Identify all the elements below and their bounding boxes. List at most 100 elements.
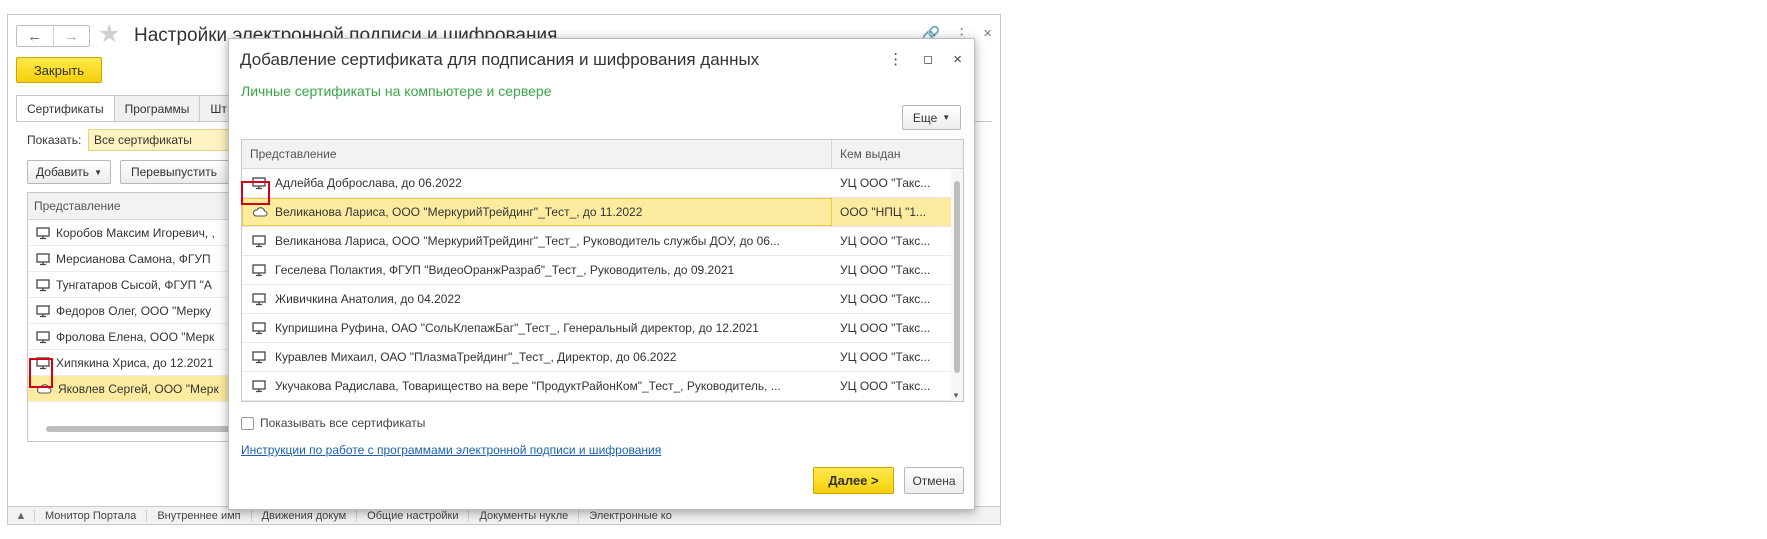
forward-arrow-icon[interactable]: →	[52, 26, 90, 46]
cloud-icon	[252, 207, 268, 217]
certificate-issuer: ООО "НПЦ "1...	[840, 205, 927, 219]
computer-icon	[252, 322, 266, 335]
vertical-scrollbar[interactable]: ▼	[951, 169, 963, 401]
row-text: Тунгатаров Сысой, ФГУП "А	[56, 277, 212, 292]
close-button[interactable]: Закрыть	[16, 57, 102, 83]
add-button[interactable]: Добавить ▼	[27, 160, 111, 184]
row-text: Федоров Олег, ООО "Мерку	[56, 303, 212, 318]
more-button[interactable]: Еще ▼	[902, 105, 961, 130]
close-icon[interactable]: ×	[953, 51, 962, 68]
table-row[interactable]: Геселева Полактия, ФГУП "ВидеоОранжРазра…	[242, 256, 963, 285]
computer-icon	[36, 330, 50, 343]
favorite-star-icon[interactable]: ★	[98, 22, 120, 47]
tab-programs[interactable]: Программы	[113, 95, 201, 121]
table-row[interactable]: Адлейба Доброслава, до 06.2022 УЦ ООО "Т…	[242, 169, 963, 198]
show-filter-label: Показать:	[27, 133, 82, 147]
certificate-issuer: УЦ ООО "Такс...	[840, 263, 931, 277]
show-all-checkbox[interactable]	[241, 416, 254, 430]
row-text: Фролова Елена, ООО "Мерк	[56, 329, 215, 344]
computer-icon	[36, 356, 50, 369]
certificate-issuer: УЦ ООО "Такс...	[840, 321, 931, 335]
scroll-down-icon[interactable]: ▼	[952, 391, 960, 400]
cloud-icon	[36, 383, 52, 394]
computer-icon	[252, 351, 266, 364]
certificate-table: Представление Кем выдан Адлейба Добросла…	[241, 139, 964, 402]
computer-icon	[252, 235, 266, 248]
taskbar-item[interactable]: Монитор Портала	[34, 509, 146, 522]
computer-icon	[36, 278, 50, 291]
dialog-title: Добавление сертификата для подписания и …	[240, 50, 760, 69]
row-text: Мерсианова Самона, ФГУП	[56, 251, 211, 266]
taskbar-item[interactable]: Внутреннее имп	[146, 509, 250, 522]
taskbar-item[interactable]: Общие настройки	[356, 509, 468, 522]
row-text: Хипякина Хриса, до 12.2021	[56, 355, 214, 370]
instructions-link[interactable]: Инструкции по работе с программами элект…	[241, 443, 661, 457]
cancel-button[interactable]: Отмена	[904, 467, 964, 494]
certificate-issuer: УЦ ООО "Такс...	[840, 379, 931, 393]
computer-icon	[252, 264, 266, 277]
maximize-icon[interactable]: ◻	[923, 52, 933, 66]
certificate-issuer: УЦ ООО "Такс...	[840, 292, 931, 306]
dialog-subtitle: Личные сертификаты на компьютере и серве…	[241, 83, 552, 99]
tab-bar: Сертификаты Программы Шт	[16, 95, 238, 122]
reissue-button[interactable]: Перевыпустить	[120, 160, 240, 184]
cell-name: Великанова Лариса, ООО "МеркурийТрейдинг…	[242, 198, 832, 226]
more-button-label: Еще	[912, 110, 938, 125]
computer-icon	[36, 226, 50, 239]
cell-name: Геселева Полактия, ФГУП "ВидеоОранжРазра…	[242, 256, 832, 284]
tab-certificates[interactable]: Сертификаты	[16, 95, 115, 122]
table-header: Представление Кем выдан	[242, 140, 963, 169]
taskbar-up-icon[interactable]: ▲	[8, 510, 34, 522]
row-text: Коробов Максим Игоревич, ,	[56, 225, 215, 240]
certificate-issuer: УЦ ООО "Такс...	[840, 176, 931, 190]
taskbar-item[interactable]: Электронные ко	[578, 509, 682, 522]
cell-name: Укучакова Радислава, Товарищество на вер…	[242, 372, 832, 400]
dropdown-arrow-icon: ▼	[942, 113, 951, 122]
scrollbar-thumb[interactable]	[954, 181, 960, 373]
certificate-name: Геселева Полактия, ФГУП "ВидеоОранжРазра…	[275, 263, 735, 277]
table-row[interactable]: Живичкина Анатолия, до 04.2022 УЦ ООО "Т…	[242, 285, 963, 314]
computer-icon	[252, 177, 266, 190]
computer-icon	[36, 252, 50, 265]
table-row[interactable]: Великанова Лариса, ООО "МеркурийТрейдинг…	[242, 227, 963, 256]
show-all-certificates-row[interactable]: Показывать все сертификаты	[241, 416, 425, 430]
cell-name: Адлейба Доброслава, до 06.2022	[242, 169, 832, 197]
cell-name: Живичкина Анатолия, до 04.2022	[242, 285, 832, 313]
certificate-name: Живичкина Анатолия, до 04.2022	[275, 292, 461, 306]
certificate-name: Куравлев Михаил, ОАО "ПлазмаТрейдинг"_Те…	[275, 350, 677, 364]
column-header-representation[interactable]: Представление	[242, 140, 832, 168]
certificate-name: Адлейба Доброслава, до 06.2022	[275, 176, 462, 190]
nav-buttons: ← →	[16, 25, 90, 47]
dropdown-arrow-icon: ▼	[94, 167, 102, 177]
horizontal-scrollbar[interactable]	[46, 426, 246, 432]
certificate-name: Купришина Руфина, ОАО "СольКлепажБаг"_Те…	[275, 321, 759, 335]
dialog-controls: ⋮ ◻ ×	[888, 50, 962, 69]
column-header-issuer[interactable]: Кем выдан	[832, 140, 963, 168]
show-filter-select[interactable]: Все сертификаты	[88, 129, 238, 151]
taskbar-item[interactable]: Движения докум	[250, 509, 357, 522]
cell-name: Купришина Руфина, ОАО "СольКлепажБаг"_Те…	[242, 314, 832, 342]
add-certificate-dialog: Добавление сертификата для подписания и …	[228, 38, 975, 510]
certificate-name: Великанова Лариса, ООО "МеркурийТрейдинг…	[275, 234, 780, 248]
close-icon[interactable]: ×	[983, 25, 992, 43]
table-row[interactable]: Укучакова Радислава, Товарищество на вер…	[242, 372, 963, 401]
certificate-issuer: УЦ ООО "Такс...	[840, 234, 931, 248]
cell-name: Куравлев Михаил, ОАО "ПлазмаТрейдинг"_Те…	[242, 343, 832, 371]
computer-icon	[36, 304, 50, 317]
more-vertical-icon[interactable]: ⋮	[888, 50, 903, 68]
computer-icon	[252, 380, 266, 393]
table-row[interactable]: Куравлев Михаил, ОАО "ПлазмаТрейдинг"_Те…	[242, 343, 963, 372]
table-row-selected[interactable]: Великанова Лариса, ООО "МеркурийТрейдинг…	[242, 198, 963, 227]
add-button-label: Добавить	[36, 165, 90, 179]
certificate-issuer: УЦ ООО "Такс...	[840, 350, 931, 364]
show-all-label: Показывать все сертификаты	[260, 416, 426, 430]
certificate-name: Великанова Лариса, ООО "МеркурийТрейдинг…	[275, 205, 643, 219]
row-text: Яковлев Сергей, ООО "Мерк	[58, 381, 219, 396]
table-row[interactable]: Купришина Руфина, ОАО "СольКлепажБаг"_Те…	[242, 314, 963, 343]
computer-icon	[252, 293, 266, 306]
taskbar-item[interactable]: Документы нукле	[468, 509, 578, 522]
back-arrow-icon[interactable]: ←	[17, 26, 53, 46]
next-button[interactable]: Далее >	[813, 467, 894, 494]
certificate-name: Укучакова Радислава, Товарищество на вер…	[275, 379, 781, 393]
cell-name: Великанова Лариса, ООО "МеркурийТрейдинг…	[242, 227, 832, 255]
